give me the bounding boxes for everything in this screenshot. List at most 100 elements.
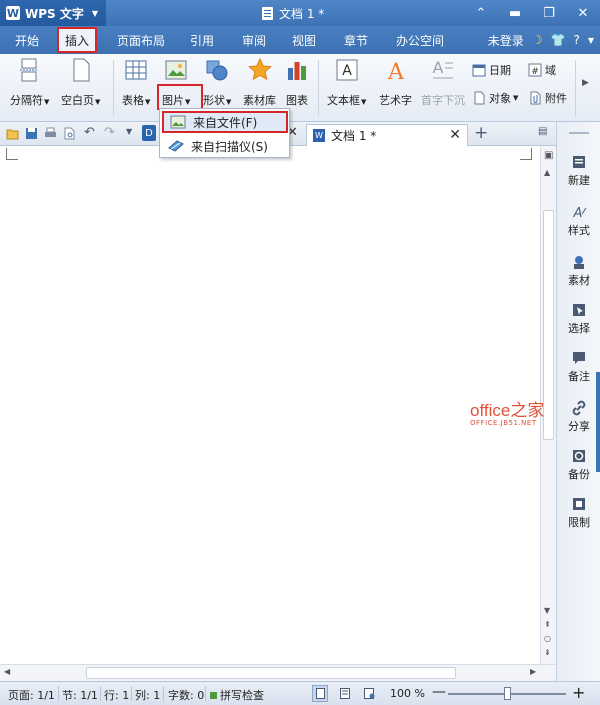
scroll-up-icon[interactable]: ▲	[544, 168, 550, 177]
shape-button[interactable]: 形状▼	[203, 58, 231, 108]
horizontal-scrollbar[interactable]: ◀ ▶	[0, 664, 556, 681]
watermark-url: OFFICE.JB51.NET	[470, 419, 537, 427]
login-link[interactable]: 未登录	[488, 32, 524, 49]
ruler-toggle-icon[interactable]: ▣	[544, 150, 553, 161]
table-label: 表格	[122, 94, 144, 107]
help-button[interactable]: ?	[573, 33, 579, 47]
date-button[interactable]: 日期	[472, 62, 511, 78]
browse-object-icon[interactable]: ○	[544, 634, 551, 643]
tab-review[interactable]: 审阅	[242, 26, 266, 54]
table-button[interactable]: 表格▼	[122, 58, 150, 108]
web-view-icon[interactable]	[364, 688, 375, 699]
redo-icon[interactable]: ↷	[104, 125, 115, 140]
material-icon	[574, 256, 584, 269]
separator-button[interactable]: 分隔符▼	[10, 58, 49, 108]
chevron-down-icon[interactable]: ▼	[588, 36, 594, 45]
field-button[interactable]: # 域	[528, 62, 556, 78]
shirt-icon[interactable]: 👕	[551, 33, 566, 47]
next-page-icon[interactable]: ⇟	[544, 648, 551, 657]
field-icon: #	[528, 63, 542, 77]
margin-corner-mark	[6, 148, 18, 160]
restore-button[interactable]: ❐	[532, 0, 566, 26]
taskpane-note[interactable]: 备注	[557, 350, 600, 384]
page-view-icon	[316, 688, 325, 699]
blank-page-button[interactable]: 空白页▼	[61, 58, 100, 108]
textbox-button[interactable]: A 文本框▼	[327, 58, 366, 108]
tab-home[interactable]: 开始	[15, 26, 39, 54]
ribbon: 分隔符▼ 空白页▼ 表格▼ 图片▼ 形状▼ 素材库 图表 A 文本框▼ A 艺术…	[0, 54, 600, 122]
document-canvas[interactable]	[0, 146, 540, 664]
object-button[interactable]: 对象 ▼	[472, 90, 518, 106]
minimize-button[interactable]: ▬	[498, 0, 532, 26]
zoom-in-button[interactable]: +	[572, 683, 585, 702]
quick-access-bar: ↶ ↷ ▼ D ✕ W 文档 1 * ✕ + ▤	[0, 122, 600, 146]
link-icon	[572, 400, 586, 416]
tab-chapter[interactable]: 章节	[344, 26, 368, 54]
zoom-out-button[interactable]: —	[432, 684, 446, 700]
collapse-ribbon-button[interactable]: ⌃	[464, 0, 498, 26]
open-icon[interactable]	[6, 127, 19, 140]
zoom-level[interactable]: 100 %	[390, 687, 425, 700]
status-page[interactable]: 页面: 1/1	[8, 687, 55, 703]
previous-page-icon[interactable]: ⇞	[544, 620, 551, 629]
taskpane-material[interactable]: 素材	[557, 254, 600, 288]
app-menu-button[interactable]: W WPS 文字 ▼	[0, 0, 106, 26]
scroll-down-icon[interactable]: ▼	[544, 606, 550, 615]
title-bar: W WPS 文字 ▼ 文档 1 * ⌃ ▬ ❐ ✕	[0, 0, 600, 26]
print-icon[interactable]	[44, 127, 57, 140]
chevron-down-icon: ▼	[91, 8, 99, 18]
svg-text:A: A	[573, 206, 583, 220]
new-tab-icon[interactable]: +	[474, 123, 488, 143]
svg-text:#: #	[531, 67, 539, 77]
page-break-icon	[19, 58, 38, 82]
outline-view-icon[interactable]	[340, 688, 350, 699]
chart-button[interactable]: 图表	[285, 58, 309, 108]
tab-insert[interactable]: 插入	[57, 27, 98, 53]
taskpane-select[interactable]: 选择	[557, 302, 600, 336]
close-button[interactable]: ✕	[566, 0, 600, 26]
zoom-slider-thumb[interactable]	[504, 687, 511, 700]
from-scanner-menu-item[interactable]: 来自扫描仪(S)	[162, 135, 288, 157]
tab-page-layout[interactable]: 页面布局	[117, 26, 165, 54]
taskpane-backup[interactable]: 备份	[557, 448, 600, 482]
from-file-menu-item[interactable]: 来自文件(F)	[162, 111, 288, 133]
docer-icon[interactable]: D	[142, 125, 156, 141]
watermark: office之家 OFFICE.JB51.NET	[470, 396, 544, 427]
spellcheck-label: 拼写检查	[220, 689, 264, 702]
vertical-scroll-thumb[interactable]	[543, 210, 554, 440]
skin-icon[interactable]: ☽	[532, 33, 543, 47]
horizontal-scroll-thumb[interactable]	[86, 667, 456, 679]
bar-chart-icon	[288, 62, 306, 80]
close-document-tab-icon[interactable]: ✕	[449, 127, 461, 143]
customize-qat-icon[interactable]: ▼	[126, 127, 132, 136]
save-icon[interactable]	[25, 127, 38, 140]
dropcap-button[interactable]: A 首字下沉	[421, 58, 465, 108]
scroll-right-icon[interactable]: ▶	[530, 667, 536, 676]
object-icon	[474, 91, 485, 105]
dropcap-label: 首字下沉	[421, 94, 465, 107]
ribbon-scroll-right-icon[interactable]: ▶	[582, 78, 589, 88]
status-word-count[interactable]: 字数: 0	[168, 687, 204, 703]
taskpane-new[interactable]: 新建	[557, 154, 600, 188]
wordart-button[interactable]: A 艺术字	[379, 58, 412, 108]
attachment-button[interactable]: 附件	[528, 90, 567, 106]
taskpane-new-label: 新建	[568, 174, 590, 187]
tab-references[interactable]: 引用	[190, 26, 214, 54]
dropcap-icon: A	[433, 58, 453, 79]
document-tab[interactable]: W 文档 1 * ✕	[306, 124, 468, 146]
undo-icon[interactable]: ↶	[84, 125, 95, 140]
tab-view[interactable]: 视图	[292, 26, 316, 54]
scroll-left-icon[interactable]: ◀	[4, 667, 10, 676]
tab-list-icon[interactable]: ▤	[538, 126, 547, 137]
taskpane-style[interactable]: A 样式	[557, 204, 600, 238]
document-icon	[262, 6, 273, 20]
taskpane-collapse-handle[interactable]	[596, 372, 600, 472]
print-preview-icon[interactable]	[63, 127, 76, 140]
spellcheck-toggle[interactable]: 拼写检查	[210, 687, 264, 703]
pane-grip[interactable]	[569, 132, 589, 134]
taskpane-restrict[interactable]: 限制	[557, 496, 600, 530]
image-file-icon	[170, 115, 186, 129]
taskpane-share[interactable]: 分享	[557, 400, 600, 434]
tab-office-space[interactable]: 办公空间	[396, 26, 444, 54]
material-library-button[interactable]: 素材库	[243, 58, 276, 108]
